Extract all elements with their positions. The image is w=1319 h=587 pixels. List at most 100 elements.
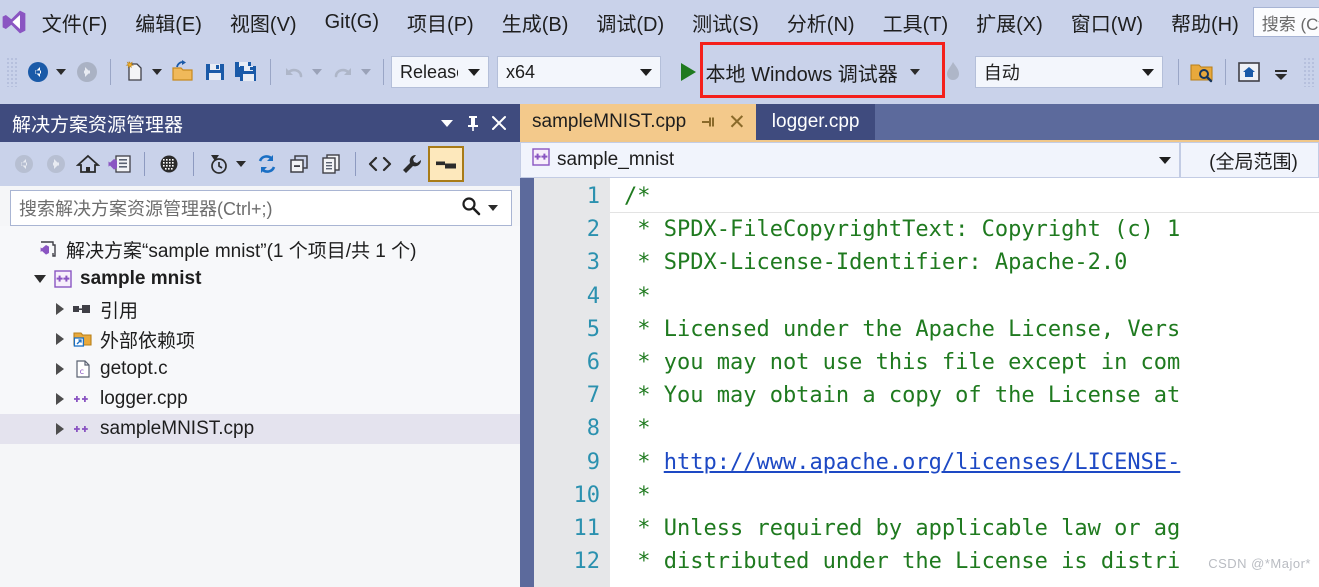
editor-area: sampleMNIST.cpp ✕ logger.cpp sample_mnis… (520, 104, 1319, 587)
show-all-files-icon[interactable] (315, 147, 347, 181)
tree-item-logger-cpp[interactable]: logger.cpp (0, 384, 520, 414)
configuration-value: Release (400, 61, 458, 82)
new-file-icon[interactable] (118, 52, 150, 92)
refresh-icon[interactable] (251, 147, 283, 181)
menu-item-analyze[interactable]: 分析(N) (773, 0, 869, 44)
menu-item-file[interactable]: 文件(F) (28, 0, 122, 44)
tree-expander-collapsed[interactable] (50, 363, 70, 375)
toolbar-overflow-grip[interactable] (1302, 57, 1316, 87)
new-file-dropdown-caret[interactable] (152, 69, 163, 75)
start-page-icon[interactable] (1233, 52, 1265, 92)
close-tab-icon[interactable]: ✕ (728, 112, 746, 133)
menu-item-build[interactable]: 生成(B) (488, 0, 583, 44)
toolbar-separator (270, 59, 272, 85)
properties-wrench-icon[interactable] (396, 147, 428, 181)
tree-item-samplemnist-cpp[interactable]: sampleMNIST.cpp (0, 414, 520, 444)
menu-item-git[interactable]: Git(G) (311, 0, 393, 44)
platform-combobox[interactable]: x64 (497, 56, 661, 88)
history-icon[interactable] (202, 147, 234, 181)
attach-target-combobox[interactable]: 自动 (974, 56, 1163, 88)
tree-expander-collapsed[interactable] (50, 423, 70, 435)
search-placeholder: 搜索解决方案资源管理器(Ctrl+;) (19, 199, 273, 219)
open-file-icon[interactable] (167, 52, 199, 92)
navigate-forward-icon[interactable] (71, 52, 103, 92)
tree-expander-expanded[interactable] (30, 275, 50, 283)
menu-item-window[interactable]: 窗口(W) (1057, 0, 1157, 44)
menu-item-project[interactable]: 项目(P) (393, 0, 488, 44)
tree-item-external-dependencies[interactable]: 外部依赖项 (0, 324, 520, 354)
code-line: * you may not use this file except in co… (624, 349, 1181, 375)
preview-selected-items-icon[interactable] (428, 146, 464, 182)
save-all-icon[interactable] (231, 52, 263, 92)
code-text-area[interactable]: /* * SPDX-FileCopyrightText: Copyright (… (610, 178, 1319, 587)
debug-target-dropdown-caret[interactable] (909, 69, 920, 75)
close-panel-button[interactable] (486, 108, 512, 138)
home-icon[interactable] (72, 147, 104, 181)
configuration-combobox[interactable]: Release (391, 56, 490, 88)
panel-menu-button[interactable] (434, 108, 460, 138)
solution-view-icon[interactable] (104, 147, 136, 181)
editor-left-strip (520, 178, 534, 587)
menu-item-view[interactable]: 视图(V) (216, 0, 311, 44)
tree-item-getopt-c[interactable]: c getopt.c (0, 354, 520, 384)
chevron-right-icon (56, 333, 64, 345)
redo-dropdown-caret[interactable] (361, 69, 372, 75)
tree-expander-collapsed[interactable] (50, 393, 70, 405)
line-number: 6 (586, 349, 600, 375)
view-code-icon[interactable] (364, 147, 396, 181)
toolbar-separator (1177, 59, 1179, 85)
tab-label: sampleMNIST.cpp (532, 111, 687, 132)
line-number: 9 (586, 449, 600, 475)
toolbar-grip-handle[interactable] (6, 57, 20, 87)
pin-panel-button[interactable] (460, 108, 486, 138)
undo-icon[interactable] (278, 52, 310, 92)
search-icon[interactable] (460, 195, 482, 222)
tree-item-project[interactable]: sample mnist (0, 264, 520, 294)
project-scope-combobox[interactable]: sample_mnist (520, 142, 1180, 178)
menu-item-test[interactable]: 测试(S) (678, 0, 773, 44)
redo-icon[interactable] (327, 52, 359, 92)
quick-search-input[interactable]: 搜索 (Ctrl+Q) (1252, 7, 1319, 37)
menu-item-extensions[interactable]: 扩展(X) (962, 0, 1057, 44)
menu-item-help[interactable]: 帮助(H) (1157, 0, 1253, 44)
navigate-back-icon[interactable] (22, 52, 54, 92)
navigate-back-dropdown-caret[interactable] (56, 69, 67, 75)
hot-reload-icon[interactable] (937, 52, 969, 92)
pending-changes-icon[interactable] (153, 147, 185, 181)
line-number: 12 (573, 549, 601, 575)
menu-item-debug[interactable]: 调试(D) (582, 0, 678, 44)
menu-item-edit[interactable]: 编辑(E) (121, 0, 216, 44)
code-line: * Unless required by applicable law or a… (624, 515, 1181, 541)
line-number: 1 (586, 184, 600, 209)
solution-toolbar-separator (144, 152, 145, 176)
tree-item-references[interactable]: 引用 (0, 294, 520, 324)
save-icon[interactable] (199, 52, 231, 92)
tree-expander-collapsed[interactable] (50, 333, 70, 345)
line-number: 5 (586, 316, 600, 342)
member-scope-combobox[interactable]: (全局范围) (1180, 142, 1319, 178)
cpp-project-icon (50, 269, 76, 289)
toolbar-overflow-icon[interactable] (1265, 52, 1297, 92)
history-dropdown-caret[interactable] (236, 161, 246, 167)
tree-item-label: getopt.c (100, 358, 168, 379)
solution-explorer-search-input[interactable]: 搜索解决方案资源管理器(Ctrl+;) (10, 190, 512, 226)
chevron-down-icon (441, 119, 453, 127)
toolbar-separator (110, 59, 112, 85)
code-link[interactable]: http://www.apache.org/licenses/LICENSE- (664, 450, 1181, 475)
tree-expander-collapsed[interactable] (50, 303, 70, 315)
pin-tab-icon[interactable] (700, 114, 716, 130)
chevron-down-icon (1159, 156, 1171, 164)
forward-icon[interactable] (40, 147, 72, 181)
menu-item-tools[interactable]: 工具(T) (869, 0, 963, 44)
find-in-files-icon[interactable] (1186, 52, 1218, 92)
tree-item-solution[interactable]: 解决方案“sample mnist”(1 个项目/共 1 个) (0, 234, 520, 264)
search-options-caret[interactable] (488, 205, 498, 211)
back-icon[interactable] (8, 147, 40, 181)
tab-logger-cpp[interactable]: logger.cpp (755, 104, 876, 140)
start-debugging-button[interactable]: 本地 Windows 调试器 (669, 52, 931, 92)
collapse-all-icon[interactable] (283, 147, 315, 181)
tab-samplemnist-cpp[interactable]: sampleMNIST.cpp ✕ (520, 104, 756, 140)
undo-dropdown-caret[interactable] (312, 69, 323, 75)
platform-value: x64 (506, 61, 536, 82)
toolbar-separator (383, 59, 385, 85)
